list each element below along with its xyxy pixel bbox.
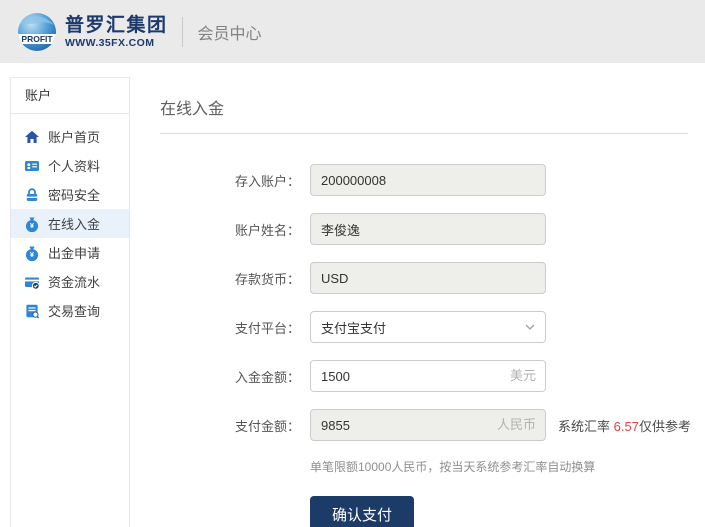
- limit-note: 单笔限额10000人民币，按当天系统参考汇率自动换算: [310, 458, 705, 475]
- deposit-account-field: [310, 164, 546, 196]
- chevron-down-icon: [525, 324, 535, 330]
- globe-icon: PROFIT: [16, 11, 58, 53]
- form-row-payment-amount: 支付金额： 人民币 系统汇率 6.57仅供参考: [130, 409, 705, 441]
- deposit-currency-field: [310, 262, 546, 294]
- sidebar-item-label: 资金流水: [48, 272, 100, 291]
- payment-amount-unit: 人民币: [497, 409, 536, 441]
- sidebar-item-label: 账户首页: [48, 127, 100, 146]
- content-divider: [160, 133, 688, 134]
- rate-value: 6.57: [614, 419, 639, 434]
- deposit-currency-wrap: [310, 262, 546, 294]
- sidebar-item-label: 在线入金: [48, 214, 100, 233]
- exchange-rate-note: 系统汇率 6.57仅供参考: [558, 416, 691, 435]
- sidebar-item-trade-query[interactable]: 交易查询: [11, 296, 129, 325]
- account-name-wrap: [310, 213, 546, 245]
- logo-brand-en-text: PROFIT: [21, 34, 53, 44]
- deposit-icon: ¥: [24, 216, 40, 232]
- page-title: 在线入金: [160, 95, 705, 119]
- rate-prefix: 系统汇率: [558, 419, 614, 434]
- sidebar-item-label: 出金申请: [48, 243, 100, 262]
- sidebar-item-withdraw-request[interactable]: ¥ 出金申请: [11, 238, 129, 267]
- sidebar-item-profile[interactable]: 个人资料: [11, 151, 129, 180]
- sidebar-item-funds-flow[interactable]: 资金流水: [11, 267, 129, 296]
- id-card-icon: [24, 158, 40, 174]
- rate-suffix: 仅供参考: [639, 419, 691, 434]
- sidebar: 账户 账户首页 个人资料: [10, 77, 130, 527]
- header: PROFIT 普罗汇集团 WWW.35FX.COM 会员中心: [0, 0, 705, 63]
- payment-platform-value: 支付宝支付: [321, 318, 386, 337]
- member-center-page: PROFIT 普罗汇集团 WWW.35FX.COM 会员中心 账户 账户首页: [0, 0, 705, 527]
- deposit-amount-label: 入金金额：: [130, 367, 300, 386]
- deposit-amount-wrap: 美元: [310, 360, 546, 392]
- brand-name-cn: 普罗汇集团: [65, 15, 168, 37]
- payment-amount-wrap: 人民币: [310, 409, 546, 441]
- brand-logo[interactable]: PROFIT 普罗汇集团 WWW.35FX.COM: [16, 11, 168, 53]
- form-row-payment-platform: 支付平台： 支付宝支付: [130, 311, 705, 343]
- brand-website: WWW.35FX.COM: [65, 37, 168, 49]
- account-name-label: 账户姓名：: [130, 220, 300, 239]
- deposit-amount-unit: 美元: [510, 360, 536, 392]
- main-content: 在线入金 存入账户： 账户姓名： 存款货币：: [130, 77, 705, 527]
- deposit-form: 存入账户： 账户姓名： 存款货币： 支付平台： 支: [130, 164, 705, 527]
- confirm-payment-button[interactable]: 确认支付: [310, 496, 414, 527]
- sidebar-item-password-security[interactable]: 密码安全: [11, 180, 129, 209]
- deposit-currency-label: 存款货币：: [130, 269, 300, 288]
- payment-platform-select[interactable]: 支付宝支付: [310, 311, 546, 343]
- sidebar-item-label: 交易查询: [48, 301, 100, 320]
- deposit-account-label: 存入账户：: [130, 171, 300, 190]
- brand-text: 普罗汇集团 WWW.35FX.COM: [65, 15, 168, 49]
- form-row-deposit-account: 存入账户：: [130, 164, 705, 196]
- account-name-field: [310, 213, 546, 245]
- payment-amount-label: 支付金额：: [130, 416, 300, 435]
- home-icon: [24, 129, 40, 145]
- sidebar-item-label: 密码安全: [48, 185, 100, 204]
- form-row-account-name: 账户姓名：: [130, 213, 705, 245]
- lock-icon: [24, 187, 40, 203]
- trade-query-icon: [24, 303, 40, 319]
- deposit-account-wrap: [310, 164, 546, 196]
- payment-platform-label: 支付平台：: [130, 318, 300, 337]
- withdraw-icon: ¥: [24, 245, 40, 261]
- form-row-deposit-currency: 存款货币：: [130, 262, 705, 294]
- sidebar-nav: 账户首页 个人资料 密码安全: [11, 114, 129, 325]
- portal-title: 会员中心: [198, 20, 262, 44]
- funds-flow-icon: [24, 274, 40, 290]
- sidebar-item-label: 个人资料: [48, 156, 100, 175]
- form-row-deposit-amount: 入金金额： 美元: [130, 360, 705, 392]
- sidebar-item-account-home[interactable]: 账户首页: [11, 122, 129, 151]
- sidebar-item-online-deposit[interactable]: ¥ 在线入金: [11, 209, 129, 238]
- sidebar-group-title: 账户: [11, 78, 129, 114]
- header-divider: [182, 17, 183, 47]
